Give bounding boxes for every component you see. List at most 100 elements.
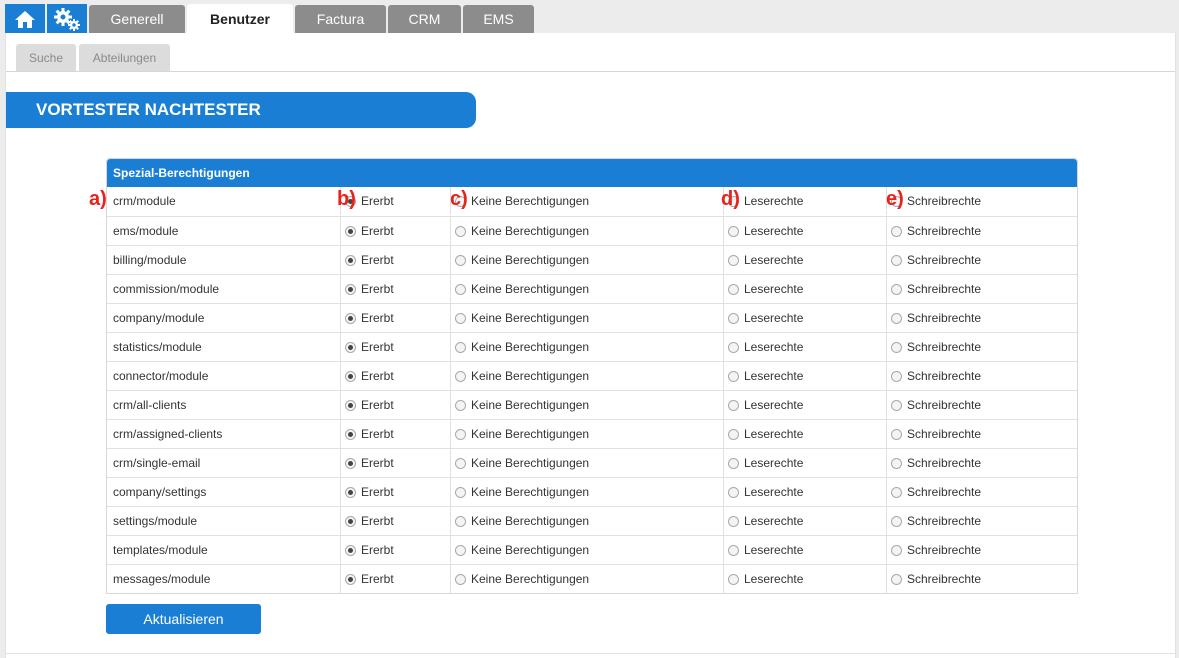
radio-read[interactable]: [728, 225, 739, 237]
radio-write[interactable]: [891, 428, 902, 440]
option-read[interactable]: Leserechte: [723, 362, 886, 390]
tab-benutzer[interactable]: Benutzer: [187, 4, 293, 33]
option-inherited[interactable]: Ererbt: [340, 304, 450, 332]
radio-inherited[interactable]: [345, 370, 356, 382]
radio-inherited[interactable]: [345, 573, 356, 585]
radio-inherited[interactable]: [345, 515, 356, 527]
option-read[interactable]: Leserechte: [723, 565, 886, 593]
radio-read[interactable]: [728, 254, 739, 266]
option-read[interactable]: Leserechte: [723, 333, 886, 361]
option-no-permissions[interactable]: Keine Berechtigungen: [450, 449, 723, 477]
radio-read[interactable]: [728, 515, 739, 527]
radio-no-permissions[interactable]: [455, 399, 466, 411]
radio-read[interactable]: [728, 341, 739, 353]
option-no-permissions[interactable]: Keine Berechtigungen: [450, 275, 723, 303]
option-no-permissions[interactable]: Keine Berechtigungen: [450, 217, 723, 245]
radio-no-permissions[interactable]: [455, 486, 466, 498]
option-write[interactable]: Schreibrechte: [886, 420, 1077, 448]
option-inherited[interactable]: Ererbt: [340, 333, 450, 361]
radio-no-permissions[interactable]: [455, 225, 466, 237]
option-read[interactable]: Leserechte: [723, 304, 886, 332]
radio-no-permissions[interactable]: [455, 254, 466, 266]
radio-inherited[interactable]: [345, 399, 356, 411]
option-inherited[interactable]: Ererbt: [340, 217, 450, 245]
radio-inherited[interactable]: [345, 341, 356, 353]
radio-write[interactable]: [891, 370, 902, 382]
radio-no-permissions[interactable]: [455, 283, 466, 295]
option-no-permissions[interactable]: Keine Berechtigungen: [450, 391, 723, 419]
option-inherited[interactable]: Ererbt: [340, 449, 450, 477]
option-read[interactable]: Leserechte: [723, 391, 886, 419]
tab-crm[interactable]: CRM: [388, 5, 461, 33]
radio-inherited[interactable]: [345, 486, 356, 498]
radio-inherited[interactable]: [345, 225, 356, 237]
radio-no-permissions[interactable]: [455, 341, 466, 353]
option-no-permissions[interactable]: Keine Berechtigungen: [450, 333, 723, 361]
option-write[interactable]: Schreibrechte: [886, 333, 1077, 361]
radio-inherited[interactable]: [345, 283, 356, 295]
option-write[interactable]: Schreibrechte: [886, 507, 1077, 535]
radio-inherited[interactable]: [345, 312, 356, 324]
radio-read[interactable]: [728, 428, 739, 440]
option-read[interactable]: Leserechte: [723, 507, 886, 535]
radio-read[interactable]: [728, 283, 739, 295]
radio-write[interactable]: [891, 573, 902, 585]
option-inherited[interactable]: Ererbt: [340, 275, 450, 303]
radio-no-permissions[interactable]: [455, 312, 466, 324]
option-no-permissions[interactable]: Keine Berechtigungen: [450, 304, 723, 332]
option-no-permissions[interactable]: Keine Berechtigungen: [450, 536, 723, 564]
radio-read[interactable]: [728, 312, 739, 324]
radio-write[interactable]: [891, 254, 902, 266]
tab-ems[interactable]: EMS: [463, 5, 534, 33]
option-write[interactable]: Schreibrechte: [886, 478, 1077, 506]
option-inherited[interactable]: Ererbt: [340, 565, 450, 593]
option-write[interactable]: Schreibrechte: [886, 217, 1077, 245]
option-inherited[interactable]: Ererbt: [340, 420, 450, 448]
radio-inherited[interactable]: [345, 254, 356, 266]
option-inherited[interactable]: Ererbt: [340, 478, 450, 506]
tab-generell[interactable]: Generell: [89, 5, 185, 33]
radio-no-permissions[interactable]: [455, 370, 466, 382]
radio-no-permissions[interactable]: [455, 515, 466, 527]
option-no-permissions[interactable]: Keine Berechtigungen: [450, 507, 723, 535]
radio-inherited[interactable]: [345, 544, 356, 556]
option-write[interactable]: Schreibrechte: [886, 536, 1077, 564]
radio-read[interactable]: [728, 457, 739, 469]
radio-write[interactable]: [891, 341, 902, 353]
tab-factura[interactable]: Factura: [295, 5, 386, 33]
option-write[interactable]: Schreibrechte: [886, 304, 1077, 332]
option-inherited[interactable]: Ererbt: [340, 362, 450, 390]
option-inherited[interactable]: Ererbt: [340, 391, 450, 419]
option-no-permissions[interactable]: Keine Berechtigungen: [450, 478, 723, 506]
radio-write[interactable]: [891, 544, 902, 556]
option-read[interactable]: Leserechte: [723, 275, 886, 303]
radio-write[interactable]: [891, 312, 902, 324]
radio-inherited[interactable]: [345, 428, 356, 440]
option-write[interactable]: Schreibrechte: [886, 565, 1077, 593]
radio-no-permissions[interactable]: [455, 544, 466, 556]
radio-read[interactable]: [728, 370, 739, 382]
radio-read[interactable]: [728, 486, 739, 498]
option-write[interactable]: Schreibrechte: [886, 362, 1077, 390]
radio-write[interactable]: [891, 399, 902, 411]
option-read[interactable]: Leserechte: [723, 478, 886, 506]
radio-read[interactable]: [728, 544, 739, 556]
radio-write[interactable]: [891, 283, 902, 295]
option-read[interactable]: Leserechte: [723, 217, 886, 245]
radio-no-permissions[interactable]: [455, 428, 466, 440]
option-no-permissions[interactable]: Keine Berechtigungen: [450, 362, 723, 390]
radio-no-permissions[interactable]: [455, 573, 466, 585]
option-read[interactable]: Leserechte: [723, 449, 886, 477]
option-no-permissions[interactable]: Keine Berechtigungen: [450, 565, 723, 593]
radio-write[interactable]: [891, 457, 902, 469]
settings-button[interactable]: [47, 4, 87, 33]
option-no-permissions[interactable]: Keine Berechtigungen: [450, 246, 723, 274]
option-no-permissions[interactable]: Keine Berechtigungen c): [450, 187, 723, 215]
option-inherited[interactable]: Ererbt: [340, 536, 450, 564]
option-write[interactable]: Schreibrechte e): [886, 187, 1077, 215]
option-write[interactable]: Schreibrechte: [886, 275, 1077, 303]
radio-write[interactable]: [891, 486, 902, 498]
option-write[interactable]: Schreibrechte: [886, 391, 1077, 419]
option-read[interactable]: Leserechte: [723, 420, 886, 448]
radio-write[interactable]: [891, 225, 902, 237]
